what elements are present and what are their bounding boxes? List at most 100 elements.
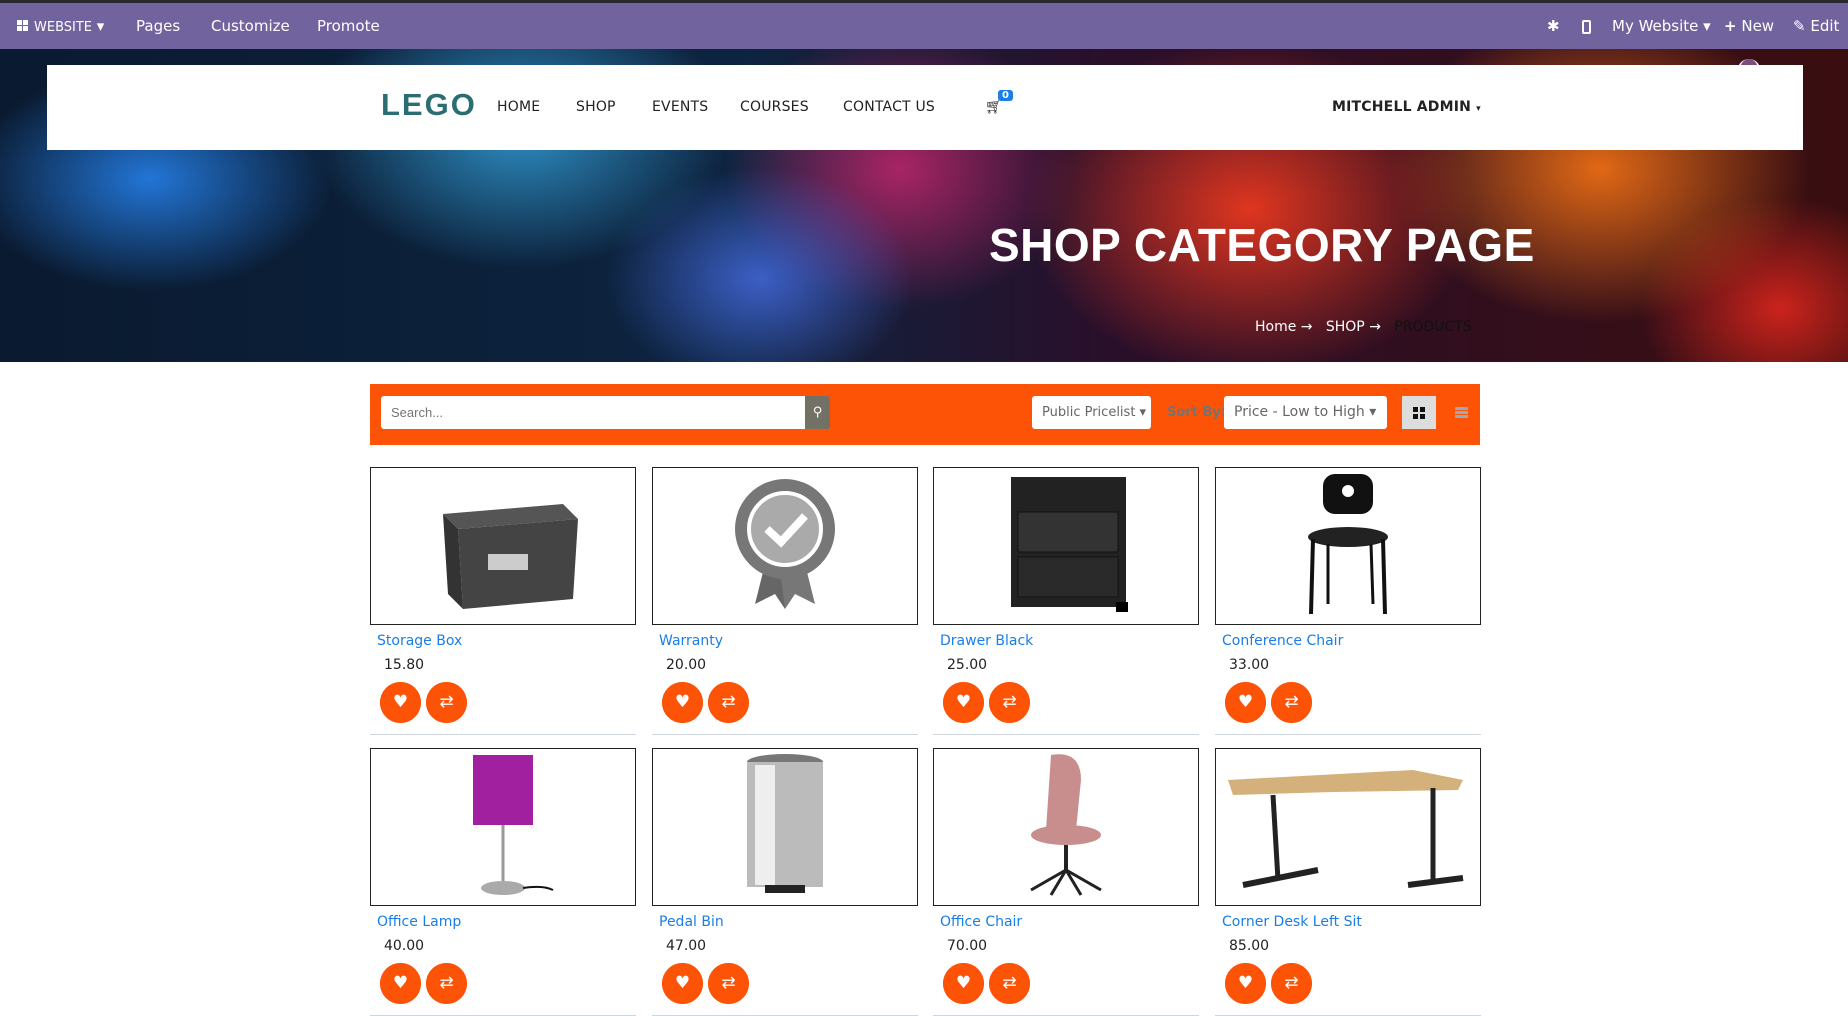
cart-link[interactable]: 🛒︎ 0 bbox=[985, 90, 1014, 115]
add-to-wishlist-button[interactable]: ♥ bbox=[380, 682, 421, 723]
product-image[interactable] bbox=[1215, 467, 1481, 625]
card-divider bbox=[933, 734, 1199, 735]
product-price: 15.80 bbox=[384, 657, 425, 673]
product-name[interactable]: Corner Desk Left Sit bbox=[1222, 914, 1481, 936]
debug-bug-icon[interactable]: ✱ bbox=[1547, 3, 1560, 49]
my-website-dropdown[interactable]: My Website ▾ bbox=[1612, 3, 1711, 49]
product-image[interactable] bbox=[1215, 748, 1481, 906]
product-card: Warranty 20.00 ♥ ⇄ bbox=[652, 467, 918, 735]
add-to-wishlist-button[interactable]: ♥ bbox=[943, 682, 984, 723]
search-input[interactable] bbox=[381, 396, 805, 429]
desk-icon bbox=[1223, 750, 1473, 904]
product-image[interactable] bbox=[370, 748, 636, 906]
search-button[interactable]: ⚲ bbox=[805, 396, 830, 429]
promote-menu[interactable]: Promote bbox=[317, 3, 380, 49]
product-name[interactable]: Conference Chair bbox=[1222, 633, 1481, 655]
sort-value: Price - Low to High bbox=[1234, 404, 1365, 420]
nav-shop[interactable]: SHOP bbox=[576, 99, 616, 115]
my-website-label: My Website bbox=[1612, 17, 1699, 35]
heart-icon: ♥ bbox=[662, 682, 703, 723]
breadcrumb-shop[interactable]: SHOP bbox=[1326, 319, 1365, 335]
edit-button[interactable]: ✎ Edit bbox=[1793, 3, 1839, 49]
compare-button[interactable]: ⇄ bbox=[1271, 963, 1312, 1004]
add-to-wishlist-button[interactable]: ♥ bbox=[943, 963, 984, 1004]
exchange-icon: ⇄ bbox=[1271, 682, 1312, 723]
site-logo[interactable]: LEGO bbox=[381, 87, 477, 123]
compare-button[interactable]: ⇄ bbox=[989, 682, 1030, 723]
pricelist-value: Public Pricelist bbox=[1042, 405, 1136, 420]
exchange-icon: ⇄ bbox=[426, 682, 467, 723]
product-price: 40.00 bbox=[384, 938, 425, 954]
compare-button[interactable]: ⇄ bbox=[426, 963, 467, 1004]
compare-button[interactable]: ⇄ bbox=[708, 963, 749, 1004]
pricelist-dropdown[interactable]: Public Pricelist ▾ bbox=[1032, 396, 1151, 429]
product-image[interactable] bbox=[652, 467, 918, 625]
products-toolbar: ⚲ Public Pricelist ▾ Sort By: Price - Lo… bbox=[370, 384, 1480, 445]
product-card: Drawer Black 25.00 ♥ ⇄ bbox=[933, 467, 1199, 735]
compare-button[interactable]: ⇄ bbox=[708, 682, 749, 723]
website-menu[interactable]: WEBSITE ▾ bbox=[17, 3, 104, 49]
sort-dropdown[interactable]: Price - Low to High ▾ bbox=[1224, 396, 1387, 429]
product-image[interactable] bbox=[652, 748, 918, 906]
nav-home[interactable]: HOME bbox=[497, 99, 540, 115]
grid-view-button[interactable] bbox=[1402, 396, 1436, 429]
customize-menu[interactable]: Customize bbox=[211, 3, 290, 49]
user-name: MITCHELL ADMIN bbox=[1332, 99, 1472, 115]
exchange-icon: ⇄ bbox=[426, 963, 467, 1004]
heart-icon: ♥ bbox=[662, 963, 703, 1004]
drawer-icon bbox=[986, 472, 1146, 621]
product-card: Pedal Bin 47.00 ♥ ⇄ bbox=[652, 748, 918, 1016]
heart-icon: ♥ bbox=[380, 963, 421, 1004]
chair-icon bbox=[1293, 469, 1403, 623]
add-to-wishlist-button[interactable]: ♥ bbox=[1225, 682, 1266, 723]
apps-icon bbox=[17, 20, 28, 31]
product-name[interactable]: Office Lamp bbox=[377, 914, 636, 936]
sort-by-label: Sort By: bbox=[1167, 405, 1227, 420]
grid-icon bbox=[1413, 406, 1425, 419]
add-to-wishlist-button[interactable]: ♥ bbox=[662, 963, 703, 1004]
website-admin-bar: WEBSITE ▾ Pages Customize Promote ✱ My W… bbox=[0, 0, 1848, 49]
new-button[interactable]: + New bbox=[1724, 3, 1774, 49]
pages-menu[interactable]: Pages bbox=[136, 3, 180, 49]
list-view-button[interactable] bbox=[1446, 396, 1476, 429]
product-name[interactable]: Pedal Bin bbox=[659, 914, 918, 936]
product-card: Storage Box 15.80 ♥ ⇄ bbox=[370, 467, 636, 735]
heart-icon: ♥ bbox=[943, 963, 984, 1004]
add-to-wishlist-button[interactable]: ♥ bbox=[662, 682, 703, 723]
product-name[interactable]: Office Chair bbox=[940, 914, 1199, 936]
user-menu[interactable]: MITCHELL ADMIN ▾ bbox=[1332, 99, 1481, 115]
add-to-wishlist-button[interactable]: ♥ bbox=[1225, 963, 1266, 1004]
card-divider bbox=[1215, 734, 1481, 735]
website-label: WEBSITE bbox=[34, 20, 92, 35]
product-price: 20.00 bbox=[666, 657, 707, 673]
breadcrumb: Home → SHOP → PRODUCTS bbox=[1255, 319, 1472, 335]
compare-button[interactable]: ⇄ bbox=[1271, 682, 1312, 723]
product-name[interactable]: Warranty bbox=[659, 633, 918, 655]
add-to-wishlist-button[interactable]: ♥ bbox=[380, 963, 421, 1004]
heart-icon: ♥ bbox=[1225, 963, 1266, 1004]
nav-contact-us[interactable]: CONTACT US bbox=[843, 99, 935, 115]
nav-courses[interactable]: COURSES bbox=[740, 99, 809, 115]
product-price: 25.00 bbox=[947, 657, 988, 673]
edit-label: Edit bbox=[1810, 17, 1840, 35]
heart-icon: ♥ bbox=[1225, 682, 1266, 723]
breadcrumb-products: PRODUCTS bbox=[1394, 319, 1472, 335]
card-divider bbox=[370, 734, 636, 735]
product-image[interactable] bbox=[933, 467, 1199, 625]
heart-icon: ♥ bbox=[380, 682, 421, 723]
mobile-preview-icon[interactable] bbox=[1582, 3, 1591, 49]
breadcrumb-home[interactable]: Home bbox=[1255, 319, 1296, 335]
product-name[interactable]: Drawer Black bbox=[940, 633, 1199, 655]
compare-button[interactable]: ⇄ bbox=[426, 682, 467, 723]
lamp-icon bbox=[443, 750, 563, 904]
pencil-icon: ✎ bbox=[1793, 17, 1806, 35]
nav-events[interactable]: EVENTS bbox=[652, 99, 708, 115]
page-title: SHOP CATEGORY PAGE bbox=[989, 219, 1535, 271]
product-name[interactable]: Storage Box bbox=[377, 633, 636, 655]
product-image[interactable] bbox=[370, 467, 636, 625]
office-chair-icon bbox=[1006, 750, 1126, 904]
product-image[interactable] bbox=[933, 748, 1199, 906]
heart-icon: ♥ bbox=[943, 682, 984, 723]
compare-button[interactable]: ⇄ bbox=[989, 963, 1030, 1004]
exchange-icon: ⇄ bbox=[708, 682, 749, 723]
